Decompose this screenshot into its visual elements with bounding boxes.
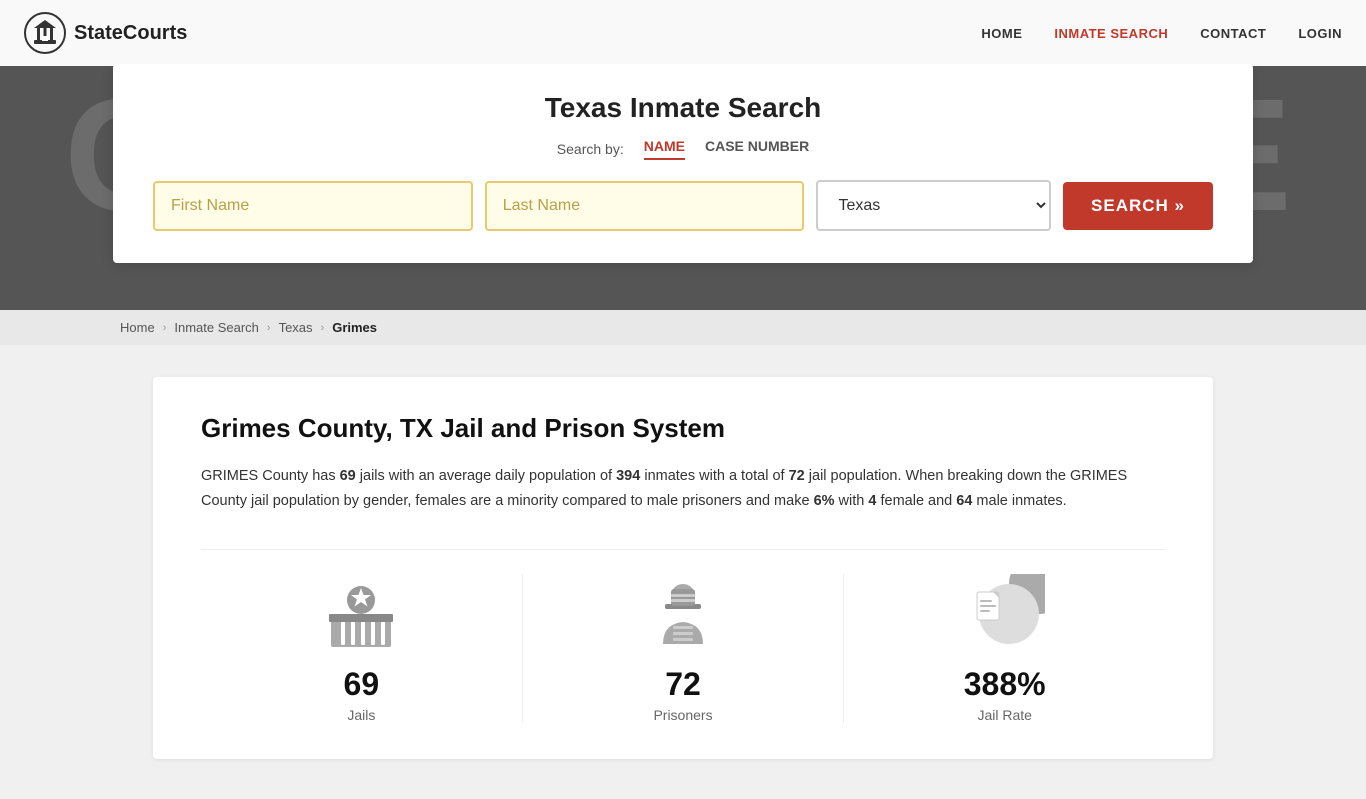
site-name: StateCourts [74,22,187,45]
stat-jails: 69 Jails [201,574,523,723]
search-by-label: Search by: [557,141,624,157]
breadcrumb-inmate-search[interactable]: Inmate Search [174,320,259,335]
prisoner-icon [643,574,723,654]
prisoners-label: Prisoners [653,707,712,723]
nav-contact[interactable]: CONTACT [1200,26,1266,41]
hero-section: COURTHOUSE StateCourts HOME INMATE SEARC… [0,0,1366,310]
breadcrumb-home[interactable]: Home [120,320,155,335]
search-by-row: Search by: NAME CASE NUMBER [153,138,1213,160]
nav-inmate-search[interactable]: INMATE SEARCH [1054,26,1168,41]
stat-prisoners: 72 Prisoners [523,574,845,723]
jail-icon [321,574,401,654]
main-content: Grimes County, TX Jail and Prison System… [113,345,1253,799]
last-name-input[interactable] [485,181,805,231]
content-title: Grimes County, TX Jail and Prison System [201,413,1165,444]
search-fields-row: AlabamaAlaskaArizonaArkansasCaliforniaCo… [153,180,1213,231]
tab-name[interactable]: NAME [644,138,685,160]
jails-number: 69 [344,666,380,703]
state-select[interactable]: AlabamaAlaskaArizonaArkansasCaliforniaCo… [816,180,1051,231]
content-card: Grimes County, TX Jail and Prison System… [153,377,1213,759]
stats-row: 69 Jails [201,549,1165,723]
breadcrumb: Home › Inmate Search › Texas › Grimes [0,310,1366,345]
jail-rate-number: 388% [964,666,1046,703]
prisoners-number: 72 [665,666,701,703]
sep-1: › [163,322,167,334]
stat-jail-rate: 388% Jail Rate [844,574,1165,723]
nav-links: HOME INMATE SEARCH CONTACT LOGIN [981,26,1342,41]
logo-area: StateCourts [24,12,981,54]
search-card: Texas Inmate Search Search by: NAME CASE… [113,64,1253,263]
content-description: GRIMES County has 69 jails with an avera… [201,464,1165,513]
nav-login[interactable]: LOGIN [1298,26,1342,41]
jail-rate-label: Jail Rate [977,707,1031,723]
chart-icon [965,574,1045,654]
tab-case-number[interactable]: CASE NUMBER [705,138,809,160]
top-nav: StateCourts HOME INMATE SEARCH CONTACT L… [0,0,1366,66]
nav-home[interactable]: HOME [981,26,1022,41]
logo-icon [24,12,66,54]
breadcrumb-texas[interactable]: Texas [279,320,313,335]
jails-label: Jails [347,707,375,723]
search-button[interactable]: SEARCH » [1063,182,1213,230]
sep-2: › [267,322,271,334]
sep-3: › [321,322,325,334]
first-name-input[interactable] [153,181,473,231]
search-card-title: Texas Inmate Search [153,92,1213,124]
breadcrumb-grimes: Grimes [332,320,377,335]
